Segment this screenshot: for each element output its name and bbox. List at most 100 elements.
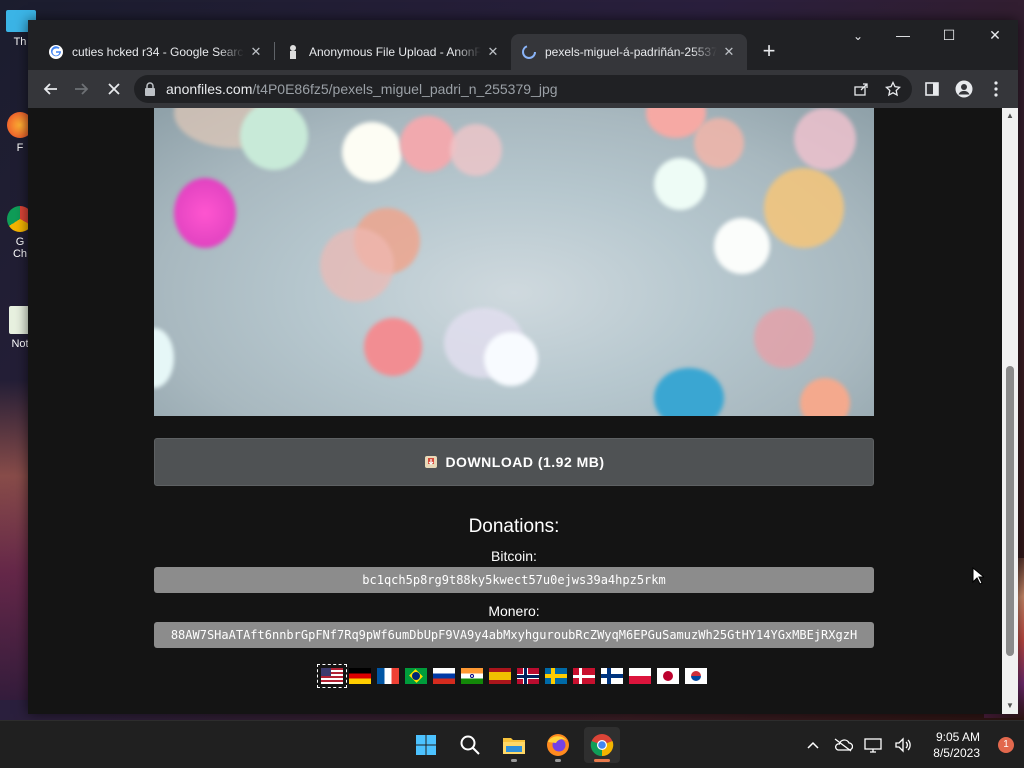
- flag-no-icon[interactable]: [517, 668, 539, 684]
- lock-icon[interactable]: [142, 81, 158, 97]
- anonfiles-icon: [285, 44, 301, 60]
- language-selector: [154, 664, 874, 688]
- tab-close-icon[interactable]: ✕: [721, 44, 737, 60]
- tab-title: cuties hcked r34 - Google Search: [72, 45, 244, 59]
- clock[interactable]: 9:05 AM 8/5/2023: [933, 729, 980, 761]
- bokeh-light: [654, 368, 724, 416]
- windows-start-icon: [416, 735, 436, 755]
- system-tray: 9:05 AM 8/5/2023 1: [803, 721, 1014, 768]
- taskbar: 9:05 AM 8/5/2023 1: [0, 720, 1024, 768]
- arrow-right-icon: [75, 83, 89, 95]
- flag-en-icon[interactable]: [317, 664, 347, 688]
- bokeh-light: [240, 108, 308, 170]
- bokeh-light: [342, 122, 402, 182]
- onedrive-offline-icon[interactable]: [833, 735, 854, 755]
- search-icon: [460, 735, 480, 755]
- close-window-button[interactable]: ✕: [972, 20, 1018, 50]
- url-path: /t4P0E86fz5/pexels_miguel_padri_n_255379…: [252, 81, 558, 97]
- browser-toolbar: anonfiles.com/t4P0E86fz5/pexels_miguel_p…: [28, 70, 1018, 108]
- taskbar-apps: [408, 727, 620, 763]
- scroll-up-icon[interactable]: ▲: [1002, 108, 1018, 124]
- taskbar-firefox[interactable]: [540, 727, 576, 763]
- minimize-button[interactable]: —: [880, 20, 926, 50]
- flag-fi-icon[interactable]: [601, 668, 623, 684]
- flag-da-icon[interactable]: [573, 668, 595, 684]
- flag-pl-icon[interactable]: [629, 668, 651, 684]
- page-content: DOWNLOAD (1.92 MB) Donations: Bitcoin: b…: [154, 108, 874, 688]
- scrollbar-thumb[interactable]: [1006, 366, 1014, 656]
- flag-ru-icon[interactable]: [433, 668, 455, 684]
- flag-fr-icon[interactable]: [377, 668, 399, 684]
- bokeh-light: [154, 328, 174, 388]
- browser-menu-button[interactable]: [980, 73, 1012, 105]
- flag-ja-icon[interactable]: [657, 668, 679, 684]
- side-panel-button[interactable]: [916, 73, 948, 105]
- bokeh-light: [800, 378, 850, 416]
- running-indicator: [511, 759, 517, 762]
- share-icon[interactable]: [850, 78, 872, 100]
- url-text: anonfiles.com/t4P0E86fz5/pexels_miguel_p…: [166, 81, 558, 97]
- bokeh-light: [754, 308, 814, 368]
- tab-google-search[interactable]: cuties hcked r34 - Google Search ✕: [38, 34, 274, 70]
- forward-button[interactable]: [66, 73, 98, 105]
- mouse-cursor-icon: [972, 567, 984, 585]
- clock-time: 9:05 AM: [935, 730, 980, 744]
- notification-badge[interactable]: 1: [998, 737, 1014, 753]
- tab-strip: cuties hcked r34 - Google Search ✕ Anony…: [28, 20, 1018, 70]
- download-archive-icon: [423, 454, 439, 470]
- new-tab-button[interactable]: +: [755, 38, 783, 66]
- tab-close-icon[interactable]: ✕: [485, 44, 501, 60]
- bokeh-light: [400, 116, 456, 172]
- page-viewport: DOWNLOAD (1.92 MB) Donations: Bitcoin: b…: [28, 108, 1018, 714]
- flag-sv-icon[interactable]: [545, 668, 567, 684]
- google-icon: [48, 44, 64, 60]
- bokeh-light: [764, 168, 844, 248]
- back-button[interactable]: [34, 73, 66, 105]
- donations-heading: Donations:: [468, 516, 560, 537]
- stop-loading-button[interactable]: [98, 73, 130, 105]
- maximize-button[interactable]: ☐: [926, 20, 972, 50]
- chrome-icon: [590, 734, 614, 757]
- start-button[interactable]: [408, 727, 444, 763]
- download-button[interactable]: DOWNLOAD (1.92 MB): [154, 438, 874, 486]
- bokeh-light: [484, 332, 538, 386]
- address-bar[interactable]: anonfiles.com/t4P0E86fz5/pexels_miguel_p…: [134, 75, 912, 103]
- profile-icon: [955, 80, 973, 98]
- taskbar-search-button[interactable]: [452, 727, 488, 763]
- desktop-icon-label: Th: [13, 36, 27, 48]
- window-controls: — ☐ ✕: [880, 20, 1018, 50]
- desktop-icon-label: Not: [11, 338, 29, 350]
- flag-hi-icon[interactable]: [461, 668, 483, 684]
- bokeh-light: [694, 118, 744, 168]
- tab-pexels-file[interactable]: pexels-miguel-á-padriñán-255379 ✕: [511, 34, 747, 70]
- flag-pt-br-icon[interactable]: [405, 668, 427, 684]
- bokeh-light: [794, 108, 856, 170]
- download-label: DOWNLOAD (1.92 MB): [445, 454, 605, 470]
- profile-button[interactable]: [948, 73, 980, 105]
- volume-icon[interactable]: [893, 735, 913, 755]
- tab-close-icon[interactable]: ✕: [248, 44, 264, 60]
- bitcoin-address[interactable]: bc1qch5p8rg9t88ky5kwect57u0ejws39a4hpz5r…: [154, 567, 874, 593]
- taskbar-chrome[interactable]: [584, 727, 620, 763]
- taskbar-file-explorer[interactable]: [496, 727, 532, 763]
- side-panel-icon: [925, 82, 939, 96]
- flag-ko-icon[interactable]: [685, 668, 707, 684]
- bokeh-light: [320, 228, 394, 302]
- page-scrollbar[interactable]: ▲ ▼: [1002, 108, 1018, 714]
- flag-es-icon[interactable]: [489, 668, 511, 684]
- tab-anonfiles-upload[interactable]: Anonymous File Upload - AnonFiles ✕: [275, 34, 511, 70]
- bokeh-light: [450, 124, 502, 176]
- network-icon[interactable]: [863, 735, 883, 755]
- tab-search-button[interactable]: ⌄: [846, 26, 870, 46]
- bookmark-star-icon[interactable]: [882, 78, 904, 100]
- tray-overflow-chevron-up-icon[interactable]: [803, 735, 823, 755]
- bokeh-light: [364, 318, 422, 376]
- monero-address[interactable]: 88AW7SHaATAft6nnbrGpFNf7Rq9pWf6umDbUpF9V…: [154, 622, 874, 648]
- image-preview: [154, 108, 874, 416]
- bokeh-light: [714, 218, 770, 274]
- desktop-icon-label: F: [16, 142, 24, 154]
- bokeh-light: [174, 178, 236, 248]
- flag-de-icon[interactable]: [349, 668, 371, 684]
- scroll-down-icon[interactable]: ▼: [1002, 698, 1018, 714]
- close-icon: [108, 83, 120, 95]
